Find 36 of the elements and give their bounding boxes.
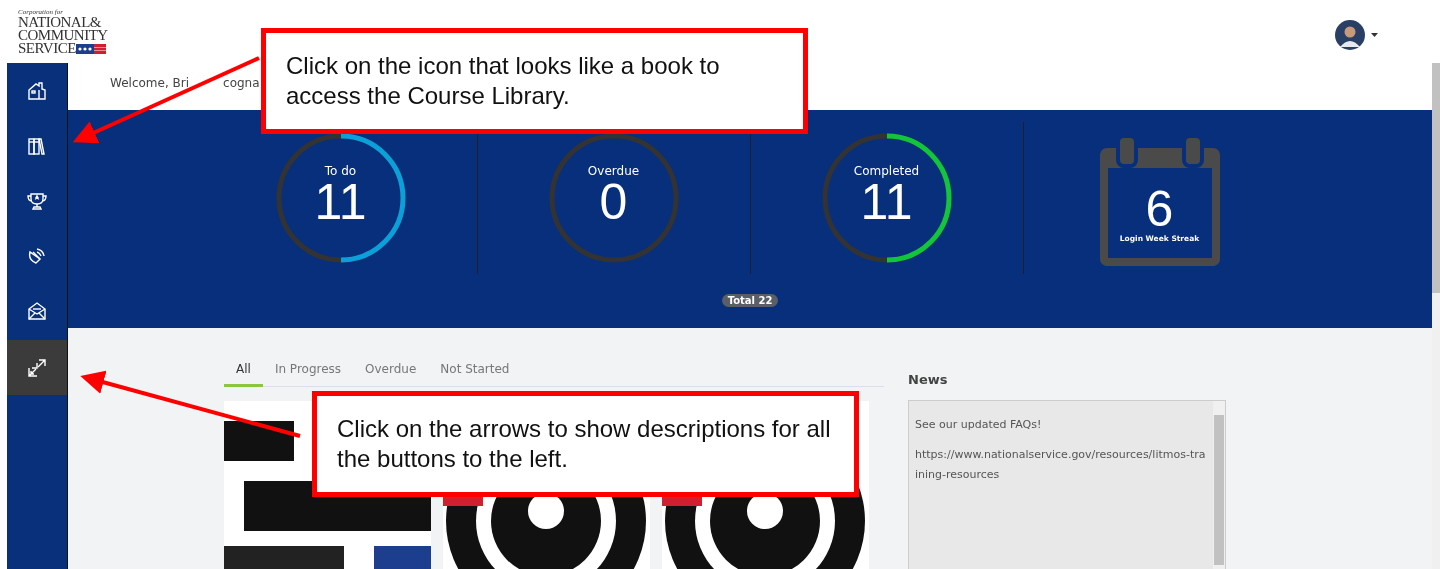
logo-text: NATIONAL& <box>18 16 101 29</box>
news-text: See our updated FAQs! <box>915 417 1043 433</box>
caret-icon <box>1371 33 1378 37</box>
filter-tab[interactable]: Overdue <box>353 360 429 386</box>
book-icon <box>27 135 47 156</box>
total-badge: Total 22 <box>721 294 779 307</box>
avatar <box>1335 20 1365 50</box>
user-menu[interactable] <box>1335 20 1378 50</box>
stat-label: Completed <box>853 164 920 178</box>
welcome-text: Welcome, Bri <box>110 76 190 90</box>
filter-tab[interactable]: All <box>224 360 263 387</box>
news-text: https://www.nationalservice.gov/resources/litmos-training-resources <box>915 447 1207 483</box>
expand-button[interactable] <box>7 340 67 395</box>
callout-text: Click on the icon that looks like a book to access the Course Library. <box>286 51 721 111</box>
logo-text: SERVICE <box>18 42 76 55</box>
callout-text: Click on the arrows to show descriptions for all the buttons to the left. <box>337 414 832 474</box>
welcome-text: cogna <box>223 76 260 90</box>
satellite-dish-icon <box>27 245 47 266</box>
envelope-icon <box>27 300 47 321</box>
filter-tab[interactable]: Not Started <box>428 360 522 386</box>
house-icon <box>27 80 47 101</box>
scrollbar[interactable] <box>1213 401 1225 569</box>
news-heading: News <box>908 372 949 387</box>
stat-value: 11 <box>314 178 367 226</box>
flag-icon <box>75 43 106 54</box>
page-scrollbar[interactable] <box>1432 63 1440 569</box>
calendar-icon <box>1099 136 1220 266</box>
filter-tab[interactable]: In Progress <box>262 360 354 386</box>
trophy-icon <box>27 190 47 211</box>
stat-label: Overdue <box>587 164 640 178</box>
stat-value: 11 <box>860 178 913 226</box>
stat-label: To do <box>324 164 357 178</box>
logo-text: COMMUNITY <box>18 29 108 42</box>
stat-value: 0 <box>599 178 628 226</box>
stat-value: 6 <box>1145 183 1174 234</box>
expand-arrows-icon <box>27 357 47 378</box>
